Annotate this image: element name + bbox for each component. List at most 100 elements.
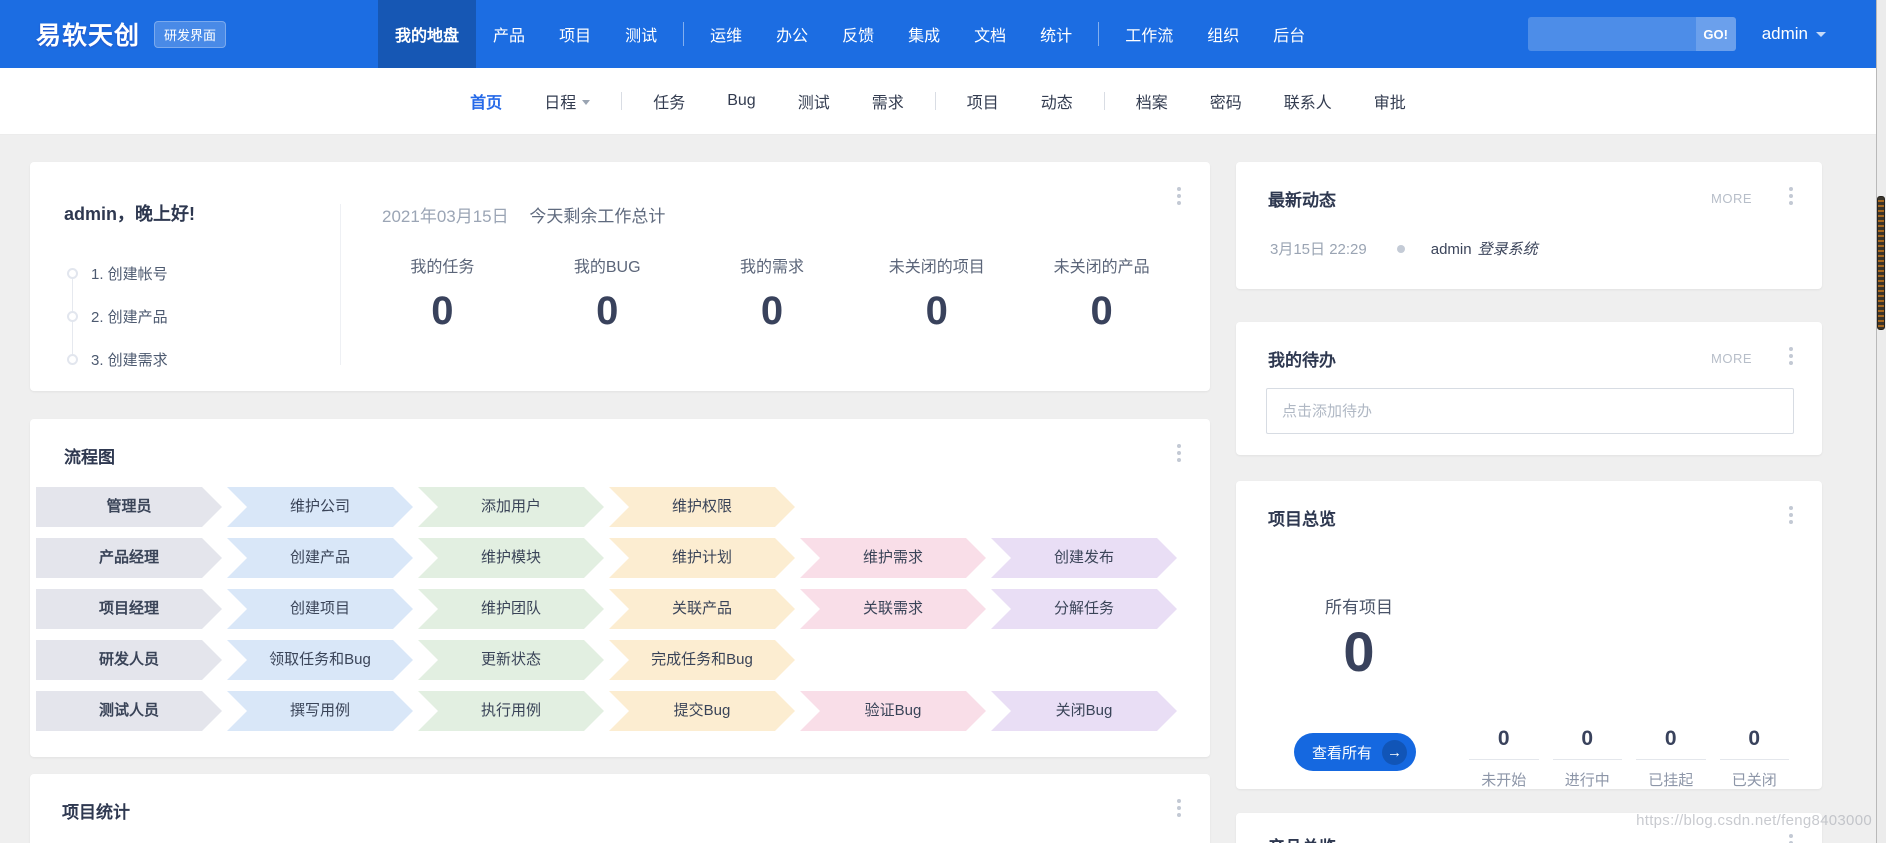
card-menu-button[interactable] [1172, 439, 1186, 467]
subnav-item-bug[interactable]: Bug [706, 92, 776, 110]
card-menu-button[interactable] [1784, 342, 1798, 370]
top-menu: 我的地盘 产品 项目 测试 运维 办公 反馈 集成 文档 统计 工作流 组织 后… [378, 0, 1322, 68]
add-todo-input[interactable] [1266, 388, 1794, 434]
card-title: 最新动态 [1268, 191, 1336, 210]
more-link[interactable]: MORE [1711, 191, 1752, 206]
flow-row-product-manager: 产品经理 创建产品 维护模块 维护计划 维护需求 创建发布 [36, 538, 1182, 578]
flow-role[interactable]: 研发人员 [36, 640, 222, 680]
flow-role[interactable]: 产品经理 [36, 538, 222, 578]
flow-row-tester: 测试人员 撰写用例 执行用例 提交Bug 验证Bug 关闭Bug [36, 691, 1182, 731]
flow-step[interactable]: 更新状态 [418, 640, 604, 680]
top-menu-item-workflow[interactable]: 工作流 [1108, 0, 1190, 68]
top-menu-item-feedback[interactable]: 反馈 [825, 0, 891, 68]
flow-step[interactable]: 提交Bug [609, 691, 795, 731]
card-menu-button[interactable] [1172, 182, 1186, 210]
flow-step[interactable]: 添加用户 [418, 487, 604, 527]
news-actor[interactable]: admin [1431, 241, 1472, 258]
card-menu-button[interactable] [1784, 829, 1798, 843]
flow-role[interactable]: 项目经理 [36, 589, 222, 629]
onboarding-step[interactable]: 2. 创建产品 [67, 295, 334, 338]
top-menu-item-office[interactable]: 办公 [759, 0, 825, 68]
flow-step[interactable]: 执行用例 [418, 691, 604, 731]
top-menu-item-admin[interactable]: 后台 [1256, 0, 1322, 68]
flow-step[interactable]: 关闭Bug [991, 691, 1177, 731]
stat-closed[interactable]: 0 已关闭 [1713, 727, 1797, 790]
stat-open-products[interactable]: 未关闭的产品 0 [1019, 253, 1184, 334]
subnav-item-archive[interactable]: 档案 [1115, 89, 1189, 113]
top-menu-item-report[interactable]: 统计 [1023, 0, 1089, 68]
flow-step[interactable]: 分解任务 [991, 589, 1177, 629]
flow-step[interactable]: 维护权限 [609, 487, 795, 527]
top-menu-item-doc[interactable]: 文档 [957, 0, 1023, 68]
card-menu-button[interactable] [1784, 182, 1798, 210]
flow-step[interactable]: 撰写用例 [227, 691, 413, 731]
flow-step[interactable]: 创建发布 [991, 538, 1177, 578]
step-label: 2. 创建产品 [91, 309, 168, 326]
subnav-item-story[interactable]: 需求 [851, 89, 925, 113]
work-stats-row: 我的任务 0 我的BUG 0 我的需求 0 未关闭的项目 0 未关闭的产品 0 [360, 253, 1184, 334]
app-logo[interactable]: 易软天创 [36, 16, 140, 52]
subnav-item-calendar[interactable]: 日程 [523, 89, 611, 113]
top-menu-item-organization[interactable]: 组织 [1190, 0, 1256, 68]
stat-suspended[interactable]: 0 已挂起 [1629, 727, 1713, 790]
all-projects-value: 0 [1343, 620, 1375, 683]
flow-step[interactable]: 维护需求 [800, 538, 986, 578]
bullet-icon [1396, 244, 1405, 253]
flow-step[interactable]: 维护模块 [418, 538, 604, 578]
stat-not-started[interactable]: 0 未开始 [1462, 727, 1546, 790]
scrollbar-thumb[interactable] [1877, 196, 1885, 330]
subnav-item-approval[interactable]: 审批 [1353, 89, 1427, 113]
subnav-item-contacts[interactable]: 联系人 [1263, 89, 1353, 113]
flow-step[interactable]: 领取任务和Bug [227, 640, 413, 680]
user-menu[interactable]: admin [1762, 24, 1826, 44]
stat-in-progress[interactable]: 0 进行中 [1546, 727, 1630, 790]
more-link[interactable]: MORE [1711, 351, 1752, 366]
flow-step[interactable]: 创建项目 [227, 589, 413, 629]
flow-step[interactable]: 验证Bug [800, 691, 986, 731]
subnav-item-dynamic[interactable]: 动态 [1020, 89, 1094, 113]
date-row: 2021年03月15日 今天剩余工作总计 [360, 202, 1184, 227]
stat-my-bugs[interactable]: 我的BUG 0 [525, 253, 690, 334]
subnav-item-home[interactable]: 首页 [449, 89, 523, 113]
onboarding-steps: 1. 创建帐号 2. 创建产品 3. 创建需求 [67, 252, 334, 381]
flow-step[interactable]: 创建产品 [227, 538, 413, 578]
top-menu-item-integration[interactable]: 集成 [891, 0, 957, 68]
subnav-item-project[interactable]: 项目 [946, 89, 1020, 113]
onboarding-step[interactable]: 1. 创建帐号 [67, 252, 334, 295]
news-time: 3月15日 22:29 [1270, 241, 1367, 258]
search-go-button[interactable]: GO! [1695, 17, 1736, 51]
subnav-item-task[interactable]: 任务 [632, 89, 706, 113]
flow-step[interactable]: 关联需求 [800, 589, 986, 629]
news-entry: 3月15日 22:29 admin 登录系统 [1270, 238, 1538, 259]
flow-role[interactable]: 管理员 [36, 487, 222, 527]
subnav-item-password[interactable]: 密码 [1189, 89, 1263, 113]
subnav-item-testcase[interactable]: 测试 [777, 89, 851, 113]
user-name: admin [1761, 24, 1808, 43]
top-menu-item-ops[interactable]: 运维 [693, 0, 759, 68]
top-menu-item-product[interactable]: 产品 [476, 0, 542, 68]
top-menu-item-project[interactable]: 项目 [542, 0, 608, 68]
flow-step[interactable]: 完成任务和Bug [609, 640, 795, 680]
step-circle-icon [67, 354, 78, 365]
search-input[interactable] [1527, 17, 1696, 51]
card-menu-button[interactable] [1784, 501, 1798, 529]
card-menu-button[interactable] [1172, 794, 1186, 822]
flow-step[interactable]: 维护公司 [227, 487, 413, 527]
stat-my-stories[interactable]: 我的需求 0 [690, 253, 855, 334]
view-all-button[interactable]: 查看所有 → [1294, 733, 1417, 771]
stat-label: 已挂起 [1648, 772, 1694, 789]
top-menu-item-my-zone[interactable]: 我的地盘 [378, 0, 477, 68]
page-scrollbar[interactable] [1876, 0, 1886, 843]
flow-role[interactable]: 测试人员 [36, 691, 222, 731]
flow-step[interactable]: 关联产品 [609, 589, 795, 629]
stat-my-tasks[interactable]: 我的任务 0 [360, 253, 525, 334]
all-projects-label: 所有项目 [1325, 598, 1393, 617]
flow-step[interactable]: 维护计划 [609, 538, 795, 578]
stat-open-projects[interactable]: 未关闭的项目 0 [854, 253, 1019, 334]
view-all-label: 查看所有 [1312, 744, 1373, 762]
flow-step[interactable]: 维护团队 [418, 589, 604, 629]
top-menu-item-test[interactable]: 测试 [608, 0, 674, 68]
top-navbar: 易软天创 研发界面 我的地盘 产品 项目 测试 运维 办公 反馈 集成 文档 统… [0, 0, 1876, 68]
onboarding-step[interactable]: 3. 创建需求 [67, 338, 334, 381]
stat-value: 0 [1636, 727, 1706, 760]
